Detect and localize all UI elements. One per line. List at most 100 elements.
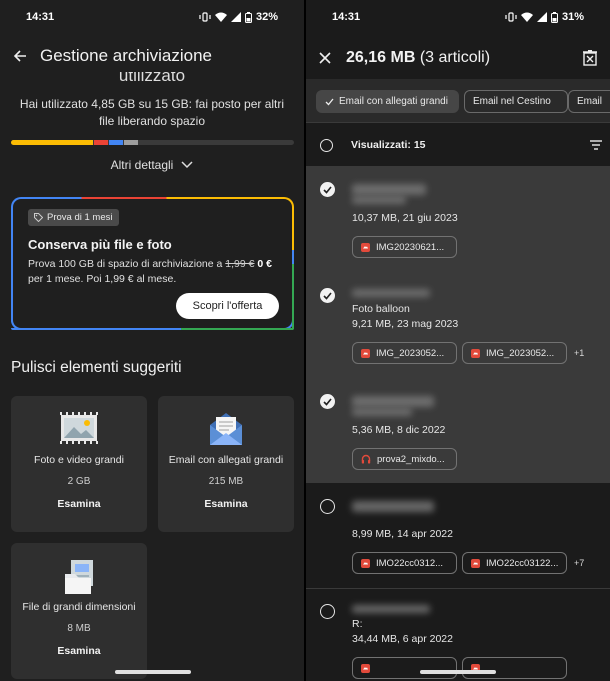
email-item[interactable]: 5,36 MB, 8 dic 2022 prova2_mixdo...	[306, 378, 610, 483]
battery-icon	[244, 11, 252, 23]
category-size: 215 MB	[208, 476, 244, 487]
signal-icon	[230, 12, 241, 22]
tag-icon	[34, 213, 43, 222]
usage-segment	[124, 140, 139, 145]
vibrate-icon	[199, 12, 211, 22]
blurred-sender	[352, 605, 430, 613]
arrow-back-icon	[13, 50, 26, 62]
more-attachments-count: +1	[574, 348, 585, 358]
review-button[interactable]: Esamina	[11, 645, 147, 657]
select-radio[interactable]	[320, 604, 335, 619]
blurred-sender	[352, 184, 426, 195]
selection-size: 26,16 MB	[346, 49, 416, 66]
select-radio[interactable]	[320, 499, 335, 514]
delete-forever-icon	[583, 50, 597, 66]
trial-badge-label: Prova di 1 mesi	[47, 212, 113, 223]
blurred-subject	[352, 196, 406, 204]
selection-screen: 14:31 31% 26,16 MB (3 articoli) Email co…	[306, 0, 610, 681]
attachment-chip[interactable]: IMO22cc03122...	[462, 552, 567, 574]
usage-segment	[94, 140, 109, 145]
check-icon	[323, 291, 332, 300]
image-icon	[361, 558, 370, 568]
filter-chips: Email con allegati grandi Email nel Cest…	[306, 79, 610, 123]
new-price: 0 €	[257, 258, 273, 270]
email-item[interactable]: 8,99 MB, 14 apr 2022 IMO22cc0312... IMO2…	[306, 484, 610, 588]
attachment-chip[interactable]: IMO22cc0312...	[352, 552, 457, 574]
audio-icon	[361, 454, 371, 464]
battery-level: 31%	[561, 11, 584, 23]
battery-icon	[550, 11, 558, 23]
category-title: File di grandi dimensioni	[22, 601, 136, 613]
email-meta: 9,21 MB, 23 mag 2023	[352, 318, 459, 330]
more-details-toggle[interactable]: Altri dettagli	[0, 158, 304, 172]
offer-card: Prova di 1 mesi Conserva più file e foto…	[11, 197, 294, 330]
old-price: 1,99 €	[225, 258, 255, 270]
close-selection-button[interactable]	[306, 38, 344, 78]
check-icon	[325, 98, 334, 105]
mail-icon	[210, 413, 242, 445]
blurred-sender	[352, 396, 434, 407]
email-item[interactable]: Foto balloon 9,21 MB, 23 mag 2023 IMG_20…	[306, 272, 610, 377]
email-meta: 34,44 MB, 6 apr 2022	[352, 633, 453, 645]
wifi-icon	[214, 12, 227, 22]
selected-check[interactable]	[320, 182, 335, 197]
attachment-chip[interactable]	[462, 657, 567, 679]
category-card-large-photos[interactable]: Foto e video grandi 2 GB Esamina	[11, 396, 147, 532]
attachment-chip[interactable]: IMG_2023052...	[352, 342, 457, 364]
app-bar: Gestione archiviazione	[0, 38, 304, 74]
email-meta: 5,36 MB, 8 dic 2022	[352, 424, 446, 436]
select-all-radio[interactable]	[320, 138, 333, 152]
section-title: Pulisci elementi suggeriti	[11, 359, 182, 376]
usage-segment	[109, 140, 124, 145]
gesture-nav-handle[interactable]	[420, 670, 496, 674]
selected-check[interactable]	[320, 394, 335, 409]
image-icon	[471, 558, 480, 568]
trial-badge: Prova di 1 mesi	[28, 209, 120, 226]
image-icon	[471, 348, 480, 358]
selected-check[interactable]	[320, 288, 335, 303]
delete-button[interactable]	[570, 38, 610, 78]
category-size: 8 MB	[67, 623, 91, 634]
attachment-chip[interactable]: IMG_2023052...	[462, 342, 567, 364]
blurred-subject	[352, 408, 412, 416]
offer-description: Prova 100 GB di spazio di archiviazione …	[28, 258, 273, 285]
image-icon	[361, 242, 370, 252]
partial-heading: utilizzato	[118, 72, 186, 85]
attachment-chip[interactable]: IMG20230621...	[352, 236, 457, 258]
storage-usage-bar	[11, 140, 294, 145]
email-meta: 10,37 MB, 21 giu 2023	[352, 212, 458, 224]
review-button[interactable]: Esamina	[158, 498, 294, 510]
selection-summary: 26,16 MB (3 articoli)	[346, 49, 570, 67]
filter-chip-large-attachments[interactable]: Email con allegati grandi	[316, 90, 459, 113]
email-meta: 8,99 MB, 14 apr 2022	[352, 528, 453, 540]
filter-chip-email[interactable]: Email	[568, 90, 610, 113]
category-size: 2 GB	[67, 476, 91, 487]
select-all-row[interactable]: Visualizzati: 15	[306, 124, 610, 166]
offer-title: Conserva più file e foto	[28, 237, 172, 252]
more-details-label: Altri dettagli	[110, 158, 174, 172]
email-subject: Foto balloon	[352, 303, 410, 315]
sort-icon[interactable]	[590, 140, 602, 150]
discover-offer-button[interactable]: Scopri l'offerta	[176, 293, 279, 319]
attachment-chip[interactable]: prova2_mixdo...	[352, 448, 457, 470]
email-item[interactable]: R: 34,44 MB, 6 apr 2022	[306, 589, 610, 681]
vibrate-icon	[505, 12, 517, 22]
usage-text: Hai utilizzato 4,85 GB su 15 GB: fai pos…	[19, 97, 285, 128]
close-icon	[319, 52, 331, 64]
category-card-large-files[interactable]: File di grandi dimensioni 8 MB Esamina	[11, 543, 147, 679]
gesture-nav-handle[interactable]	[115, 670, 191, 674]
email-item[interactable]: 10,37 MB, 21 giu 2023 IMG20230621...	[306, 166, 610, 271]
filter-chip-trash[interactable]: Email nel Cestino	[464, 90, 568, 113]
category-card-large-attachments[interactable]: Email con allegati grandi 215 MB Esamina	[158, 396, 294, 532]
storage-management-screen: 14:31 32% Gestione archiviazione utilizz…	[0, 0, 304, 681]
status-bar: 14:31 31%	[306, 0, 610, 34]
image-icon	[361, 348, 370, 358]
back-button[interactable]	[0, 38, 40, 74]
attachment-chip[interactable]	[352, 657, 457, 679]
file-icon	[65, 560, 93, 594]
photo-icon	[60, 412, 98, 444]
status-time: 14:31	[26, 11, 55, 23]
status-bar: 14:31 32%	[0, 0, 304, 34]
review-button[interactable]: Esamina	[11, 498, 147, 510]
signal-icon	[536, 12, 547, 22]
